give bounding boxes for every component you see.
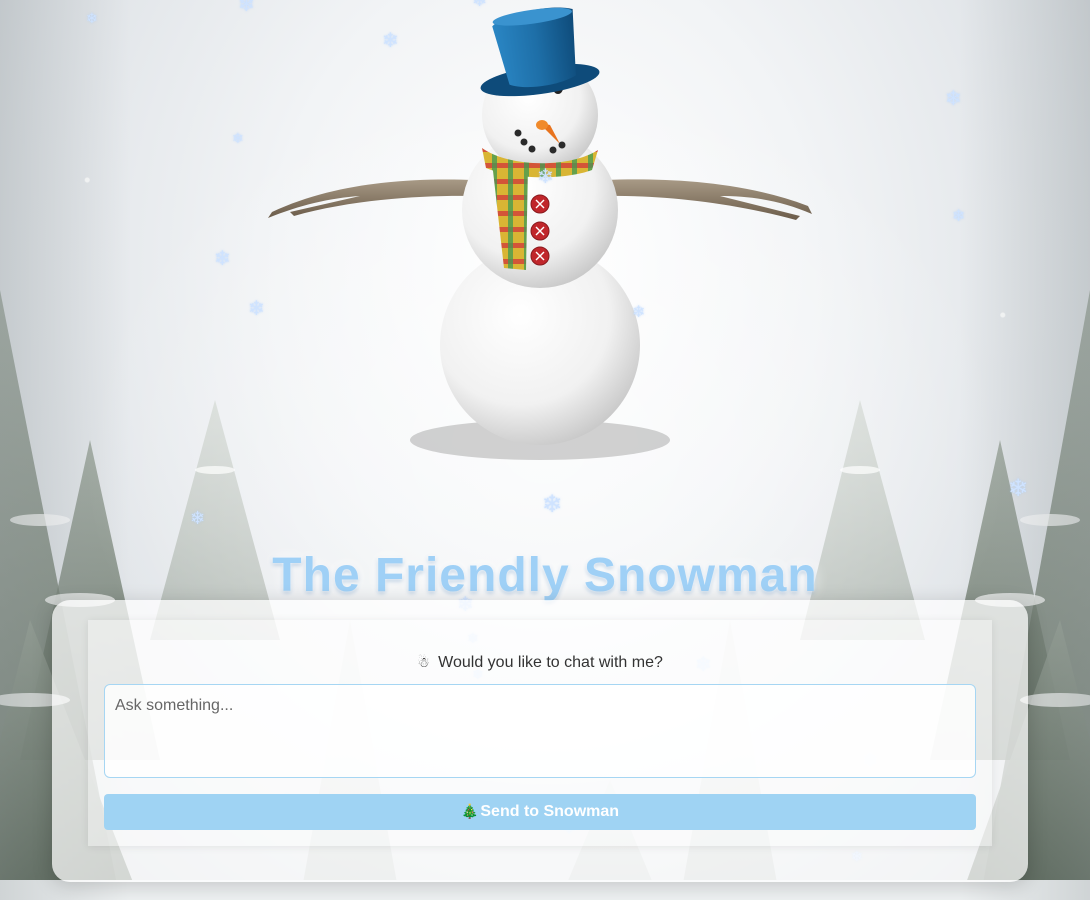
snowflake-icon: ❄ xyxy=(86,11,98,27)
snowflake-icon: ❄ xyxy=(542,490,563,518)
chat-card: ☃ Would you like to chat with me? 🎄 Send… xyxy=(88,620,992,846)
snowflake-icon: ❄ xyxy=(238,0,255,16)
snowflake-icon: ❄ xyxy=(382,28,399,52)
snowman-illustration xyxy=(268,7,812,460)
snowflake-icon: ❄ xyxy=(214,246,231,270)
christmas-tree-icon: 🎄 xyxy=(460,804,479,820)
snowflake-icon: ❄ xyxy=(232,131,244,147)
snowy-scene-background: ❄ ❄ ❄ ❄ ❄ ❄ ❄ ❄ ❄ ❄ ❄ ❄ ❄ ❄ ❄ ❄ ❄ ❄ ❄ ❄ … xyxy=(0,0,1090,900)
snowflake-icon: ❄ xyxy=(537,164,554,188)
snowman-icon: ☃ xyxy=(417,655,430,671)
snowflake-icon: ❄ xyxy=(472,0,488,11)
snowflake-icon: ❄ xyxy=(952,206,966,225)
snowflake-icon: ❄ xyxy=(190,508,206,529)
send-button-label: Send to Snowman xyxy=(480,803,620,820)
page-title: The Friendly Snowman xyxy=(272,549,818,603)
chat-panel: ☃ Would you like to chat with me? 🎄 Send… xyxy=(52,600,1028,882)
chat-prompt-text: Would you like to chat with me? xyxy=(438,654,663,671)
snowflake-icon: ❄ xyxy=(945,86,962,110)
snowflake-icon: ❄ xyxy=(248,296,265,320)
chat-input[interactable] xyxy=(104,684,976,778)
snowflake-icon: ❄ xyxy=(1008,474,1029,502)
snowflake-icon: ❄ xyxy=(632,302,646,321)
chat-prompt: ☃ Would you like to chat with me? xyxy=(88,654,992,672)
send-to-snowman-button[interactable]: 🎄 Send to Snowman xyxy=(104,794,976,830)
